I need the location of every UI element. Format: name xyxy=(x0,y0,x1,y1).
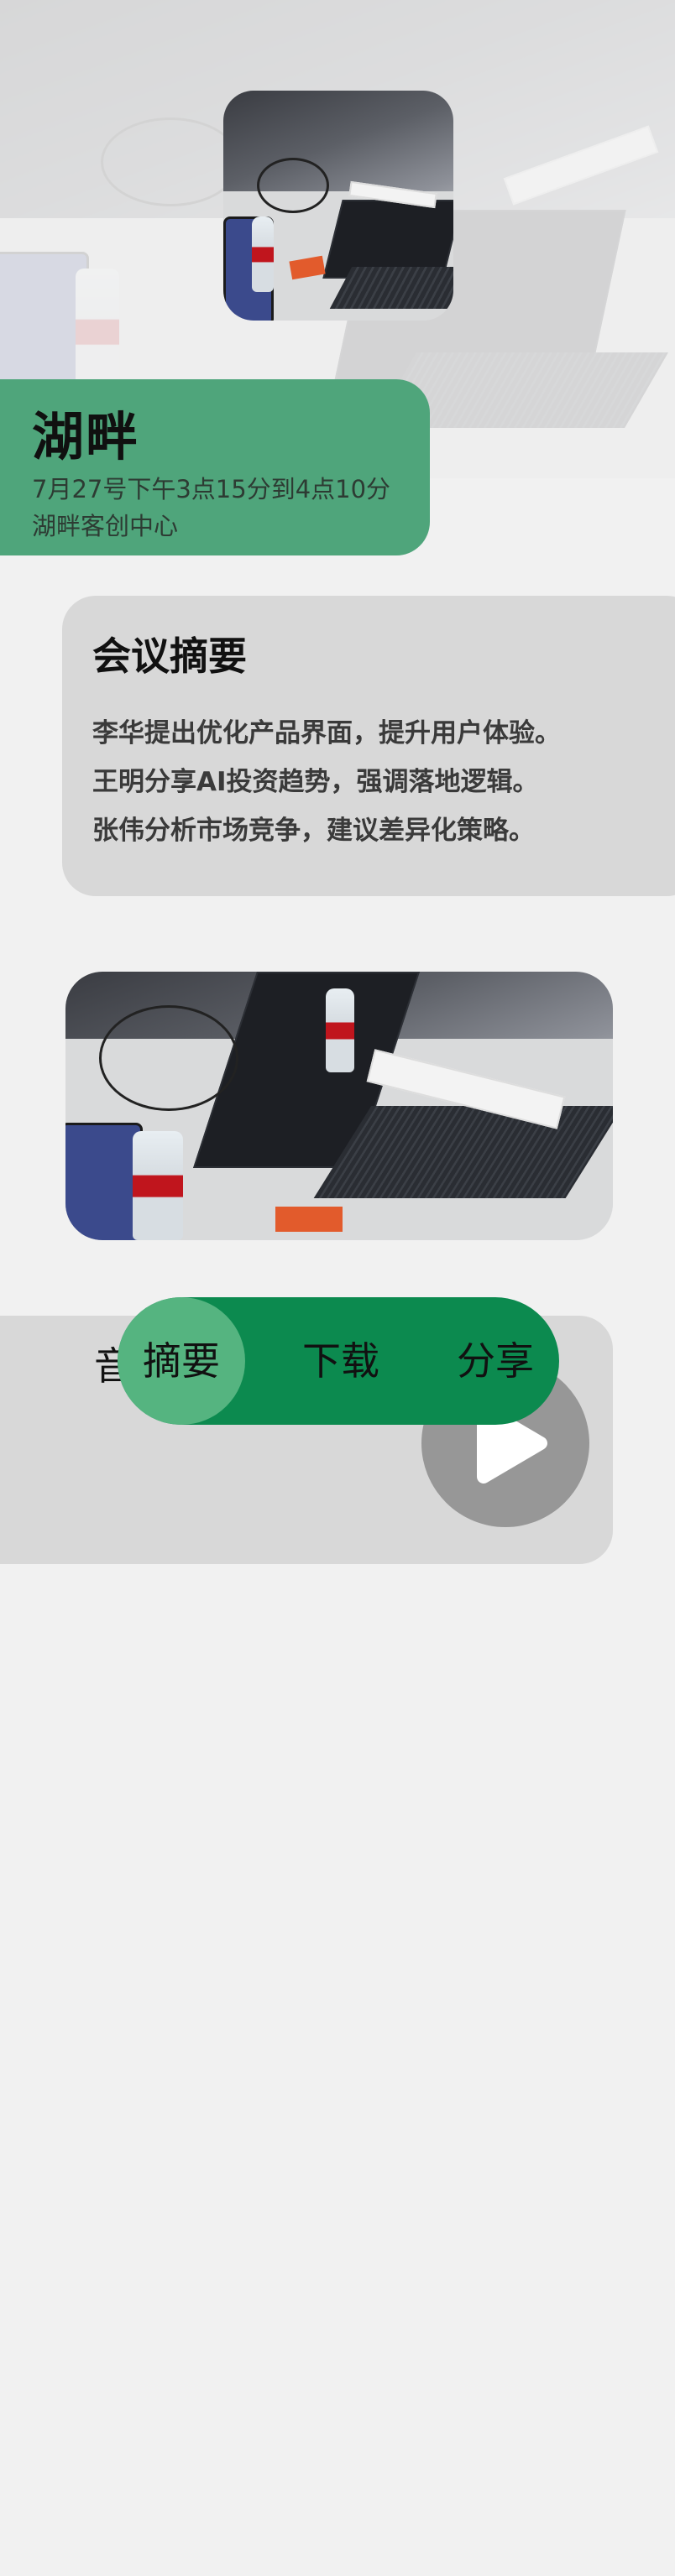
tab-share[interactable]: 分享 xyxy=(437,1297,554,1425)
summary-line: 王明分享AI投资趋势，强调落地逻辑。 xyxy=(92,767,539,797)
meeting-time: 7月27号下午3点15分到4点10分 xyxy=(32,475,391,503)
summary-card: 会议摘要 李华提出优化产品界面，提升用户体验。 王明分享AI投资趋势，强调落地逻… xyxy=(62,596,675,896)
summary-line: 张伟分析市场竞争，建议差异化策略。 xyxy=(92,816,535,846)
meeting-photo-top[interactable] xyxy=(223,91,453,321)
summary-line: 李华提出优化产品界面，提升用户体验。 xyxy=(92,718,561,748)
tab-bar: 摘要 下载 分享 xyxy=(118,1297,559,1425)
tab-download[interactable]: 下载 xyxy=(282,1297,400,1425)
meeting-photo-middle[interactable] xyxy=(65,972,613,1240)
meeting-location: 湖畔客创中心 xyxy=(32,512,179,540)
tab-summary[interactable]: 摘要 xyxy=(118,1297,245,1425)
summary-heading: 会议摘要 xyxy=(92,634,247,679)
meeting-info-card: 湖畔 7月27号下午3点15分到4点10分 湖畔客创中心 xyxy=(0,379,430,555)
meeting-title: 湖畔 xyxy=(32,406,140,467)
